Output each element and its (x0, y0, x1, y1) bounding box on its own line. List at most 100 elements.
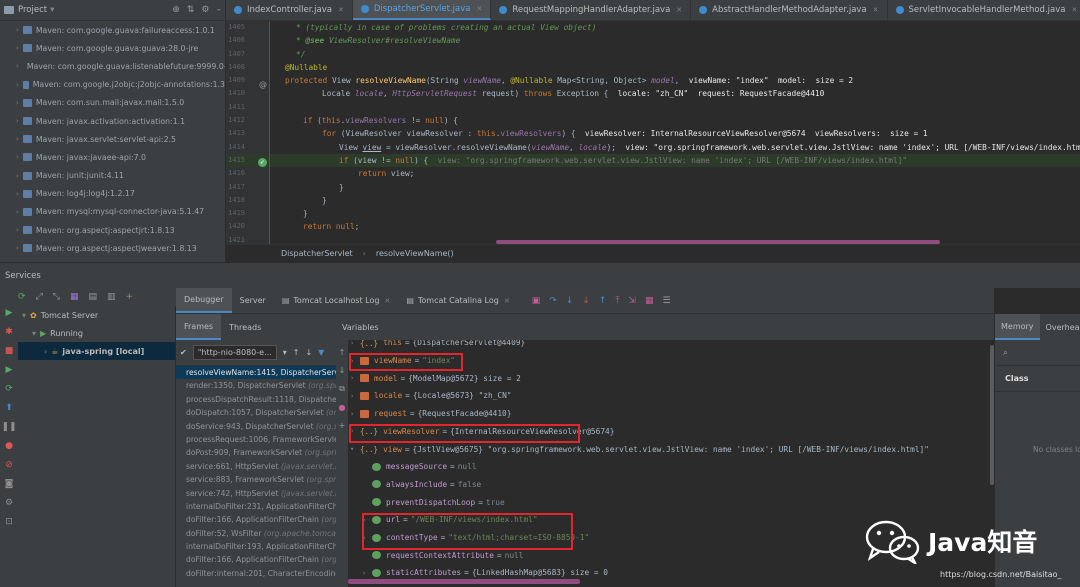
stack-frame[interactable]: service:661, HttpServlet (javax.servlet.… (176, 460, 336, 473)
collapse-icon[interactable]: ⇅ (187, 5, 195, 15)
copy-icon[interactable]: ⧉ (339, 384, 345, 394)
variable-row[interactable]: › model = {ModelMap@5672} size = 2 (350, 369, 521, 387)
tab-debugger[interactable]: Debugger (176, 288, 232, 313)
mute-breakpoints-icon[interactable]: ⊘ (5, 460, 13, 470)
stack-frame[interactable]: service:883, FrameworkServlet (org.spri (176, 473, 336, 486)
breadcrumb-method[interactable]: resolveViewName() (376, 249, 454, 258)
tab-tomcat-localhost-log[interactable]: ▤ Tomcat Localhost Log ✕ (274, 288, 398, 313)
step-out-icon[interactable]: ↑ (599, 296, 607, 306)
tab-overhead[interactable]: Overhead (1040, 314, 1080, 340)
rerun-icon[interactable]: ▶ (6, 308, 13, 318)
line-number[interactable]: 1406 (226, 34, 269, 47)
expand-arrow-icon[interactable]: › (350, 392, 360, 400)
tab-tomcat-catalina-log[interactable]: ▤ Tomcat Catalina Log ✕ (398, 288, 517, 313)
project-tree-item[interactable]: › Maven: junit:junit:4.11 (0, 167, 225, 185)
tab-frames[interactable]: Frames (176, 314, 222, 340)
tree-node-tomcat-server[interactable]: ▾ ✿ Tomcat Server (18, 306, 175, 324)
project-title[interactable]: Project (18, 5, 47, 15)
pin-icon[interactable]: ⊡ (5, 517, 13, 527)
chevron-down-icon[interactable]: ▾ (283, 348, 287, 357)
close-icon[interactable]: ✕ (504, 297, 510, 305)
stack-frame[interactable]: doFilter:52, WsFilter (org.apache.tomca (176, 527, 336, 540)
line-number[interactable]: 1412 (226, 114, 269, 127)
stack-frame[interactable]: doPost:909, FrameworkServlet (org.spri (176, 446, 336, 459)
chevron-right-icon[interactable]: › (16, 44, 19, 52)
breakpoint-check-icon[interactable]: ✓ (258, 158, 267, 167)
stack-frame[interactable]: resolveViewName:1415, DispatcherServlet (176, 366, 336, 380)
chevron-right-icon[interactable]: › (16, 226, 19, 234)
line-number[interactable]: 1417 (226, 181, 269, 194)
show-execution-point-icon[interactable]: ▣ (532, 296, 541, 306)
chevron-right-icon[interactable]: › (16, 244, 19, 252)
tab-memory[interactable]: Memory (995, 314, 1040, 340)
variables-horizontal-scrollbar[interactable] (348, 579, 580, 584)
line-number[interactable]: 1407 (226, 48, 269, 61)
stack-frame[interactable]: render:1350, DispatcherServlet (org.spr (176, 379, 336, 392)
arrow-up-icon[interactable]: ↑ (339, 348, 346, 357)
evaluate-icon[interactable]: ▦ (645, 296, 654, 306)
trace-icon[interactable]: ☰ (662, 296, 670, 306)
layout-icon[interactable]: ▥ (107, 292, 116, 302)
variable-row[interactable]: alwaysInclude = false (362, 476, 481, 494)
stack-frame[interactable]: doFilter:166, ApplicationFilterChain (or… (176, 553, 336, 566)
arrow-down-icon[interactable]: ↓ (305, 348, 312, 357)
camera-icon[interactable]: ◙ (5, 479, 14, 489)
stop-icon[interactable]: ■ (5, 346, 14, 356)
step-into-icon[interactable]: ↓ (566, 296, 574, 306)
variable-row[interactable]: messageSource = null (362, 458, 477, 476)
add-service-icon[interactable]: + (126, 292, 134, 302)
editor-tab[interactable]: IndexController.java ✕ (226, 0, 353, 20)
memory-column-class[interactable]: Class (995, 366, 1080, 392)
step-over-icon[interactable]: ↷ (549, 296, 557, 306)
variable-row[interactable]: › {..} this = {DispatcherServlet@4409} (350, 340, 525, 352)
line-number[interactable]: 1410 (226, 87, 269, 100)
editor-tab[interactable]: RequestMappingHandlerAdapter.java ✕ (491, 0, 692, 20)
project-tree-item[interactable]: › Maven: org.aspectj:aspectjweaver:1.8.13 (0, 239, 225, 257)
drop-frame-icon[interactable]: ⤒ (615, 296, 619, 306)
close-icon[interactable]: ✕ (476, 5, 482, 13)
line-number[interactable]: 1418 (226, 194, 269, 207)
editor-tab[interactable]: ServletInvocableHandlerMethod.java ✕ (888, 0, 1080, 20)
line-number[interactable]: 1414 (226, 141, 269, 154)
pin-icon[interactable]: + (339, 421, 346, 430)
close-icon[interactable]: ✕ (676, 6, 682, 14)
force-step-into-icon[interactable]: ↓ (582, 296, 590, 306)
project-tree-item[interactable]: › Maven: javax.servlet:servlet-api:2.5 (0, 130, 225, 148)
project-tree-item[interactable]: › Maven: javax.activation:activation:1.1 (0, 112, 225, 130)
close-icon[interactable]: ✕ (338, 6, 344, 14)
line-number[interactable]: 1413 (226, 127, 269, 140)
stack-frame[interactable]: processDispatchResult:1118, Dispatcher (176, 393, 336, 406)
editor-tab[interactable]: DispatcherServlet.java ✕ (352, 0, 492, 20)
project-tree-item[interactable]: › Maven: org.aspectj:aspectjrt:1.8.13 (0, 221, 225, 239)
line-number[interactable]: 1420 (226, 220, 269, 233)
view-breakpoints-icon[interactable]: ● (5, 441, 13, 451)
arrow-down-icon[interactable]: ↓ (339, 366, 346, 375)
expand-all-icon[interactable]: ⤢ (36, 292, 43, 302)
chevron-down-icon[interactable]: ▾ (50, 5, 54, 15)
filter-icon[interactable]: ▼ (318, 348, 324, 357)
arrow-up-icon[interactable]: ↑ (293, 348, 300, 357)
chevron-right-icon[interactable]: › (16, 135, 19, 143)
stack-frame[interactable]: doFilter:166, ApplicationFilterChain (or… (176, 513, 336, 526)
collapse-all-icon[interactable]: ⤡ (53, 292, 60, 302)
chevron-right-icon[interactable]: › (16, 81, 19, 89)
expand-arrow-icon[interactable]: › (350, 374, 360, 382)
filter-icon[interactable]: ▤ (88, 292, 97, 302)
code-area[interactable]: * (typically in case of problems creatin… (270, 21, 1080, 244)
tree-node-java-spring[interactable]: › ☕ java-spring [local] (18, 342, 175, 360)
stack-frame[interactable]: internalDoFilter:193, ApplicationFilterC… (176, 540, 336, 553)
settings-icon[interactable]: ⚙ (201, 5, 209, 15)
stack-frame[interactable]: doFilter:internal:201, CharacterEncoding (176, 567, 336, 580)
stack-frame[interactable]: internalDoFilter:231, ApplicationFilterC… (176, 500, 336, 513)
settings-icon[interactable]: ⚙ (5, 498, 13, 508)
memory-search[interactable]: ⌕ (995, 340, 1080, 366)
editor-tab[interactable]: AbstractHandlerMethodAdapter.java ✕ (691, 0, 888, 20)
chevron-right-icon[interactable]: › (16, 153, 19, 161)
expand-arrow-icon[interactable]: › (350, 340, 360, 347)
chevron-right-icon[interactable]: › (16, 99, 19, 107)
group-icon[interactable]: ▦ (70, 292, 79, 302)
line-number[interactable]: 1405 (226, 21, 269, 34)
hide-icon[interactable]: – (217, 5, 222, 15)
close-icon[interactable]: ✕ (384, 297, 390, 305)
expand-arrow-icon[interactable]: › (362, 569, 372, 577)
